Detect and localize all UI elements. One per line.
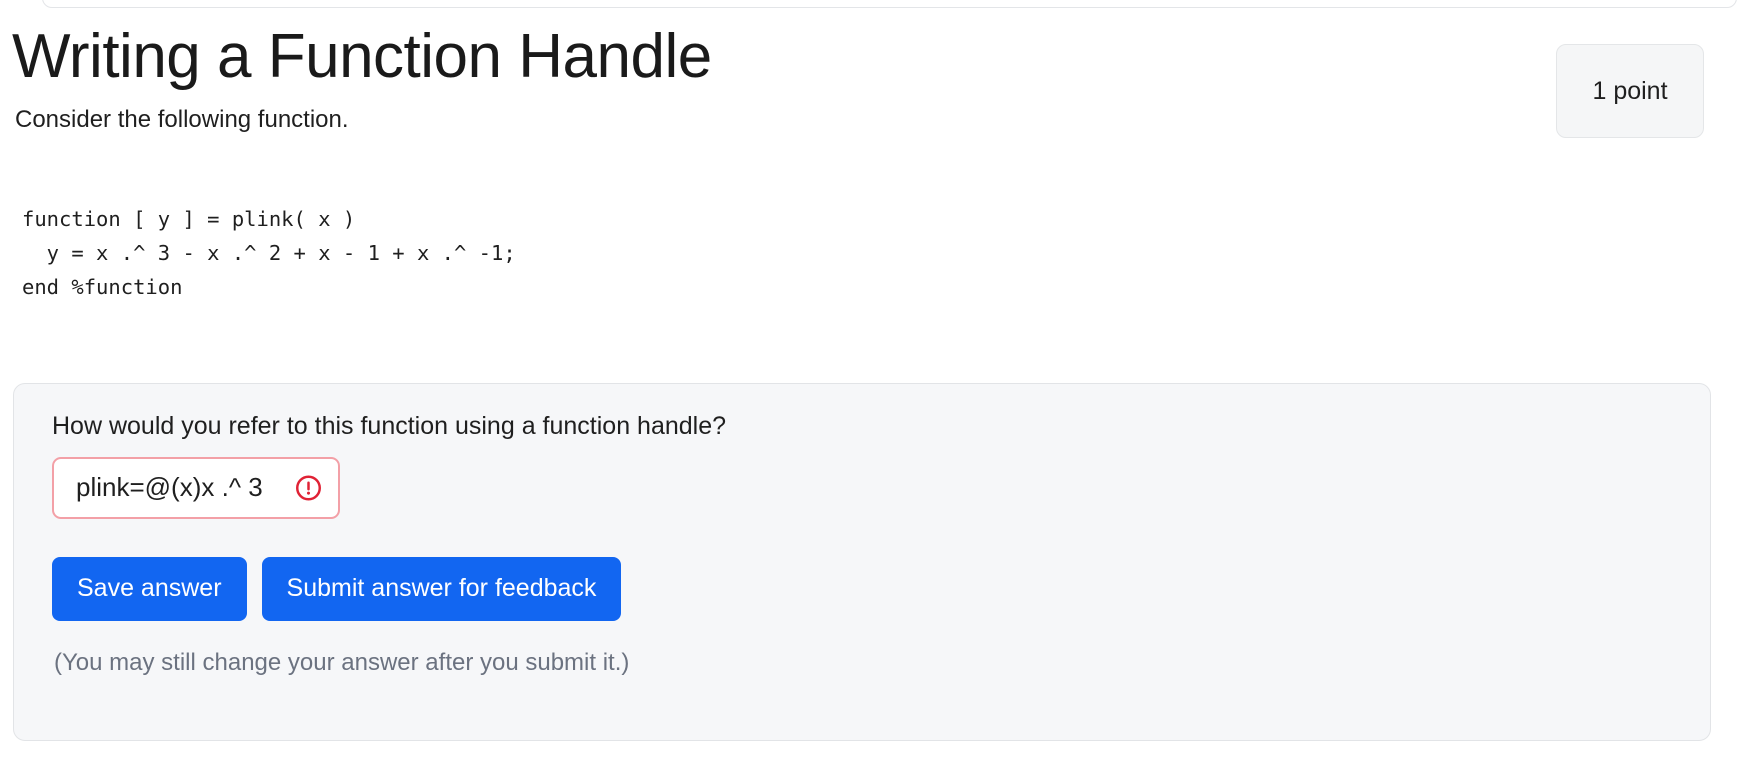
save-answer-button[interactable]: Save answer — [52, 556, 247, 621]
page-content: Writing a Function Handle Consider the f… — [0, 0, 1747, 304]
function-code-block: function [ y ] = plink( x ) y = x .^ 3 -… — [22, 207, 516, 300]
answer-input-container[interactable] — [52, 456, 340, 519]
page-header: Writing a Function Handle Consider the f… — [12, 22, 1709, 138]
quiz-page: Writing a Function Handle Consider the f… — [0, 0, 1747, 763]
answer-card: How would you refer to this function usi… — [13, 383, 1711, 741]
answer-input[interactable] — [54, 458, 264, 517]
answer-actions: Save answer Submit answer for feedback — [52, 556, 1710, 621]
points-badge: 1 point — [1556, 44, 1704, 138]
submit-answer-button[interactable]: Submit answer for feedback — [261, 556, 622, 621]
header-text-group: Writing a Function Handle Consider the f… — [12, 22, 712, 136]
question-prompt: How would you refer to this function usi… — [52, 412, 727, 440]
exclamation-circle-icon — [296, 475, 321, 500]
intro-text: Consider the following function. — [15, 105, 349, 133]
page-title: Writing a Function Handle — [12, 22, 712, 91]
submit-hint-text: (You may still change your answer after … — [54, 648, 630, 676]
